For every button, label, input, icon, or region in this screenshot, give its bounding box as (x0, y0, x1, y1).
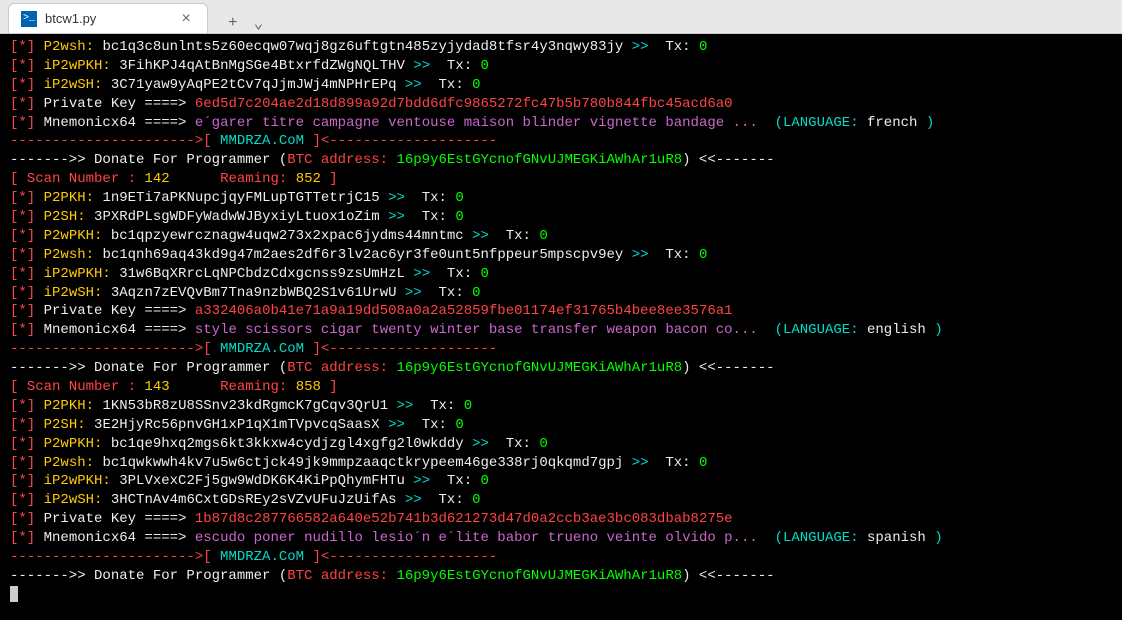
tab-btcw1[interactable]: >_ btcw1.py × (8, 3, 208, 33)
close-icon[interactable]: × (177, 10, 195, 28)
tab-dropdown-icon[interactable]: ⌄ (246, 13, 272, 33)
tab-bar: >_ btcw1.py × + ⌄ (0, 0, 1122, 34)
new-tab-button[interactable]: + (220, 14, 246, 32)
tab-title: btcw1.py (45, 11, 177, 26)
terminal-output[interactable]: [*] P2wsh: bc1q3c8unlnts5z60ecqw07wqj8gz… (0, 34, 1122, 620)
tab-actions: + ⌄ (212, 13, 279, 33)
terminal-window: >_ btcw1.py × + ⌄ [*] P2wsh: bc1q3c8unln… (0, 0, 1122, 620)
powershell-icon: >_ (21, 11, 37, 27)
